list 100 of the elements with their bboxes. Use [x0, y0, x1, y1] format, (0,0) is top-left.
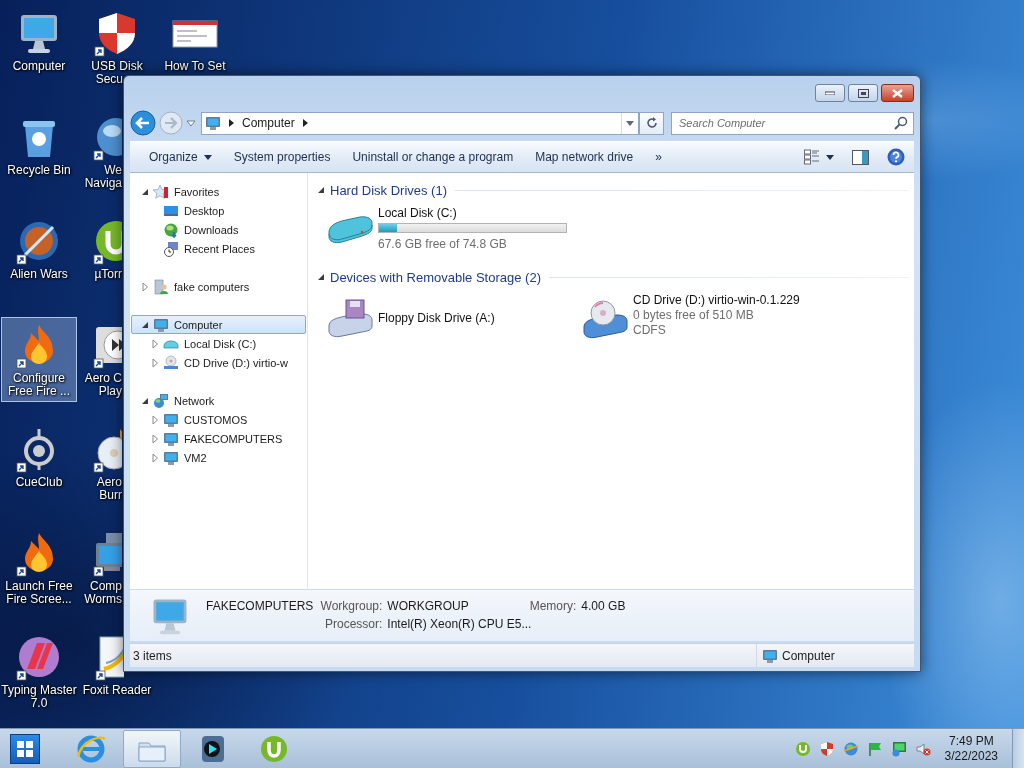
search-icon [894, 115, 908, 130]
minimize-icon [825, 91, 835, 95]
tree-item[interactable]: VM2 [131, 448, 306, 467]
network-icon [153, 392, 169, 409]
computer-icon [762, 647, 778, 664]
icon-label[interactable]: CueClub [2, 476, 76, 489]
field-value: 4.00 GB [581, 599, 626, 613]
caret-icon [203, 154, 212, 160]
icon-label[interactable]: USB Disk Secu [80, 60, 154, 86]
status-location: Computer [782, 648, 835, 663]
icon-label[interactable]: Computer [2, 60, 76, 73]
search-field[interactable]: Search Computer [671, 111, 914, 135]
tree-item[interactable]: CD Drive (D:) virtio-w [131, 353, 306, 372]
icon-label[interactable]: Launch Free Fire Scree... [2, 580, 76, 606]
flag-icon[interactable] [866, 740, 883, 757]
breadcrumb[interactable]: Computer [242, 116, 295, 130]
clock-time[interactable]: 7:49 PM [948, 733, 994, 749]
clock-icon [163, 240, 179, 257]
icon-label[interactable]: We Naviga [80, 164, 122, 190]
icon-label[interactable]: Typing Master 7.0 [2, 684, 76, 710]
close-button[interactable] [881, 84, 914, 102]
computer-icon [205, 115, 221, 131]
address-bar[interactable]: Computer [201, 111, 639, 135]
close-icon [892, 88, 903, 98]
cd-drive-icon [581, 299, 629, 339]
start-button[interactable] [10, 733, 40, 764]
field-value: WORKGROUP [387, 599, 470, 613]
star-icon [153, 183, 169, 200]
icon-label[interactable]: How To Set [158, 60, 232, 73]
drive-name[interactable]: CD Drive (D:) virtio-win-0.1.229 [633, 293, 800, 307]
drive-name[interactable]: Local Disk (C:) [378, 206, 457, 220]
toolbar-button[interactable]: System properties [222, 144, 342, 170]
tree-item[interactable]: FAKECOMPUTERS [131, 429, 306, 448]
preview-pane-icon [852, 149, 869, 165]
collapsed-arrow-icon [150, 357, 160, 368]
computer-icon [163, 411, 179, 428]
tree-item[interactable]: Local Disk (C:) [131, 334, 306, 353]
computer-name: FAKECOMPUTERS [206, 599, 314, 615]
dropdown-icon[interactable] [626, 120, 634, 126]
icon-label[interactable]: Aero C Play [80, 372, 122, 398]
details-view-icon [804, 149, 820, 165]
floppy-drive-icon [326, 298, 374, 338]
computer-icon [163, 430, 179, 447]
tree-item[interactable]: CUSTOMOS [131, 410, 306, 429]
icon-label[interactable]: Comp Worms [80, 580, 122, 606]
toolbar-button[interactable]: Map network drive [524, 144, 645, 170]
icon-label[interactable]: Aero Burr [80, 476, 122, 502]
maximize-icon [857, 88, 869, 98]
refresh-icon [645, 117, 658, 129]
help-icon [887, 148, 905, 166]
item-count: 3 items [132, 648, 173, 663]
icon-label[interactable]: µTorr [80, 268, 122, 281]
collapsed-arrow-icon [150, 338, 160, 349]
tree-item[interactable]: fake computers [131, 277, 306, 296]
tree-item[interactable]: Recent Places [131, 239, 306, 258]
field-label: Workgroup: [319, 599, 383, 613]
maximize-button[interactable] [848, 84, 878, 102]
dropdown-icon[interactable] [186, 118, 196, 128]
chevron-icon [302, 119, 308, 127]
collapsed-arrow-icon [150, 433, 160, 444]
speaker-muted-icon[interactable] [914, 740, 931, 757]
drive-detail: CDFS [633, 323, 666, 337]
drive-detail: 67.6 GB free of 74.8 GB [378, 237, 507, 251]
tree-item[interactable]: Computer [131, 315, 306, 334]
icon-label[interactable]: Alien Wars [2, 268, 76, 281]
document-icon[interactable] [94, 633, 124, 681]
chevron-icon [229, 119, 234, 127]
field-label: Memory: [528, 599, 577, 613]
icon-label[interactable]: Recycle Bin [2, 164, 76, 177]
back-icon[interactable] [130, 110, 156, 136]
toolbar-button[interactable]: Uninstall or change a program [341, 144, 525, 170]
caret-icon [826, 154, 834, 160]
clock-date[interactable]: 3/22/2023 [944, 748, 998, 764]
drive-name[interactable]: Floppy Disk Drive (A:) [378, 311, 495, 325]
collapsed-arrow-icon [140, 281, 150, 292]
field-value: Intel(R) Xeon(R) CPU E5... [387, 617, 533, 631]
expanded-arrow-icon [316, 272, 326, 282]
computer-icon [163, 449, 179, 466]
tree-item[interactable]: Downloads [131, 220, 306, 239]
icon-label[interactable]: Configure Free Fire ... [2, 372, 76, 398]
tree-item[interactable]: Favorites [131, 182, 306, 201]
tree-item[interactable]: Network [131, 391, 306, 410]
globe-icon [163, 221, 179, 238]
windows-logo-icon [17, 740, 33, 757]
group-header[interactable]: Hard Disk Drives (1) [330, 182, 447, 198]
computer-icon [153, 316, 169, 333]
drive-detail: 0 bytes free of 510 MB [633, 308, 754, 322]
expanded-arrow-icon [316, 185, 326, 195]
user-icon [153, 278, 169, 295]
toolbar-button[interactable]: Organize [138, 144, 223, 170]
more-commands-button[interactable]: » [644, 144, 673, 170]
collapsed-arrow-icon [150, 414, 160, 425]
group-header[interactable]: Devices with Removable Storage (2) [330, 269, 541, 285]
field-label: Processor: [324, 617, 383, 631]
icon-label[interactable]: Foxit Reader [80, 684, 154, 697]
refresh-button[interactable] [639, 111, 664, 135]
tree-item[interactable]: Desktop [131, 201, 306, 220]
collapsed-arrow-icon [150, 452, 160, 463]
cd-drive-icon [163, 354, 179, 371]
network-icon[interactable] [890, 740, 907, 757]
